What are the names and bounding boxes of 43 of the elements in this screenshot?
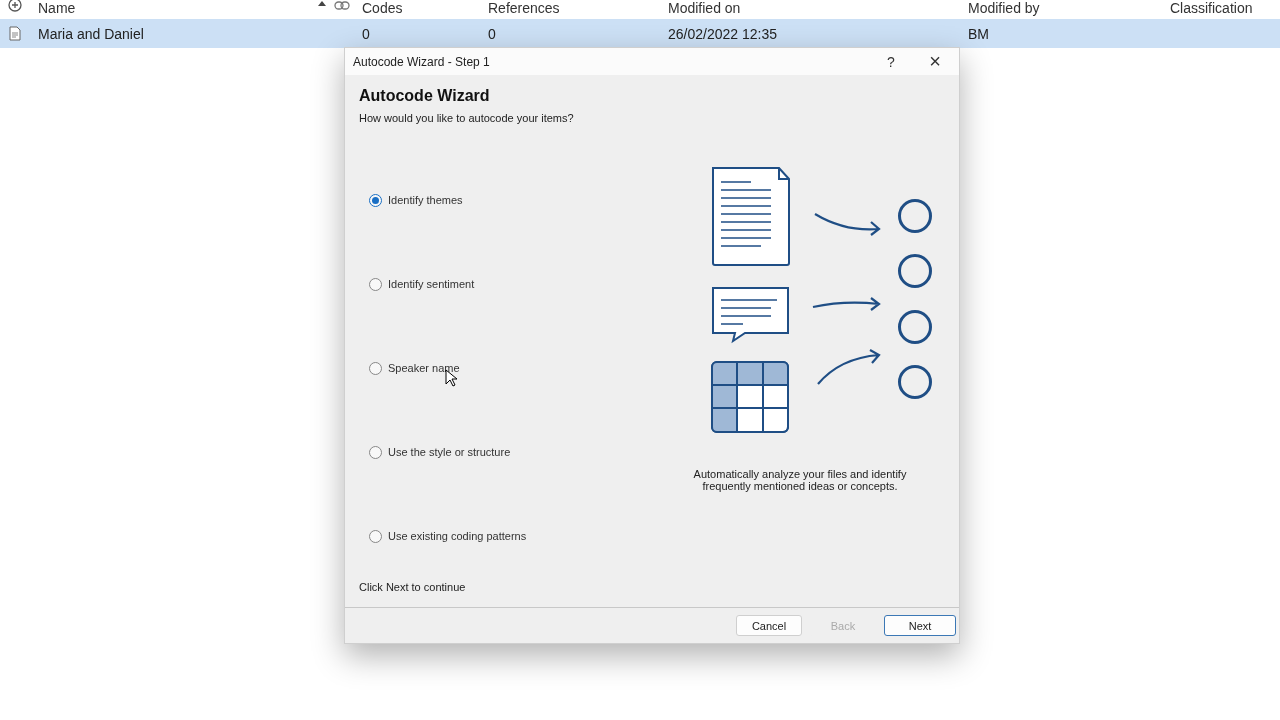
table-cell: 0 xyxy=(488,25,496,42)
link-icon xyxy=(334,1,350,10)
column-header[interactable]: Modified on xyxy=(668,1,741,15)
table-cell: 0 xyxy=(362,25,370,42)
circle-icon xyxy=(898,199,932,233)
arrow-icon xyxy=(811,296,881,312)
column-header[interactable]: Classification xyxy=(1170,1,1253,15)
radio-button[interactable] xyxy=(369,277,382,291)
wizard-subtitle: How would you like to autocode your items? xyxy=(359,112,575,124)
table-cell: Maria and Daniel xyxy=(38,25,144,42)
table-row[interactable]: Maria and Daniel 0 0 26/02/2022 12:35 BM xyxy=(0,19,1280,48)
radio-button[interactable] xyxy=(369,361,382,375)
circle-icon xyxy=(898,310,932,344)
table-cell: 26/02/2022 12:35 xyxy=(668,25,777,42)
radio-option[interactable]: Speaker name xyxy=(369,361,639,375)
wizard-heading: Autocode Wizard xyxy=(359,87,491,105)
radio-button[interactable] xyxy=(369,445,382,459)
column-header[interactable]: Modified by xyxy=(968,1,1040,15)
radio-option[interactable]: Use the style or structure xyxy=(369,445,639,459)
column-header[interactable]: References xyxy=(488,1,560,15)
radio-option[interactable]: Identify themes xyxy=(369,193,639,207)
dialog-button[interactable]: Next xyxy=(884,615,956,636)
help-button[interactable]: ? xyxy=(869,48,913,75)
close-button[interactable]: × xyxy=(913,48,957,75)
radio-button[interactable] xyxy=(369,529,382,543)
circle-icon xyxy=(898,254,932,288)
arrow-icon xyxy=(816,348,881,386)
window-title: Autocode Wizard - Step 1 xyxy=(353,54,491,69)
circle-icon xyxy=(898,365,932,399)
table-cell: BM xyxy=(968,25,989,42)
column-header[interactable]: Codes xyxy=(362,1,403,15)
radio-option[interactable]: Identify sentiment xyxy=(369,277,639,291)
grid-icon xyxy=(711,361,789,433)
column-header[interactable]: Name xyxy=(38,1,76,15)
radio-button[interactable] xyxy=(369,193,382,207)
sort-arrow-icon xyxy=(318,1,326,6)
document-icon xyxy=(712,167,790,266)
dialog-button[interactable]: Cancel xyxy=(736,615,802,636)
speech-bubble-icon xyxy=(712,287,789,344)
hint-text: Click Next to continue xyxy=(359,581,467,593)
arrow-icon xyxy=(813,212,881,237)
radio-option[interactable]: Use existing coding patterns xyxy=(369,529,639,543)
option-description: Automatically analyze your files and identify frequently mentioned ideas or concepts. xyxy=(692,468,908,492)
